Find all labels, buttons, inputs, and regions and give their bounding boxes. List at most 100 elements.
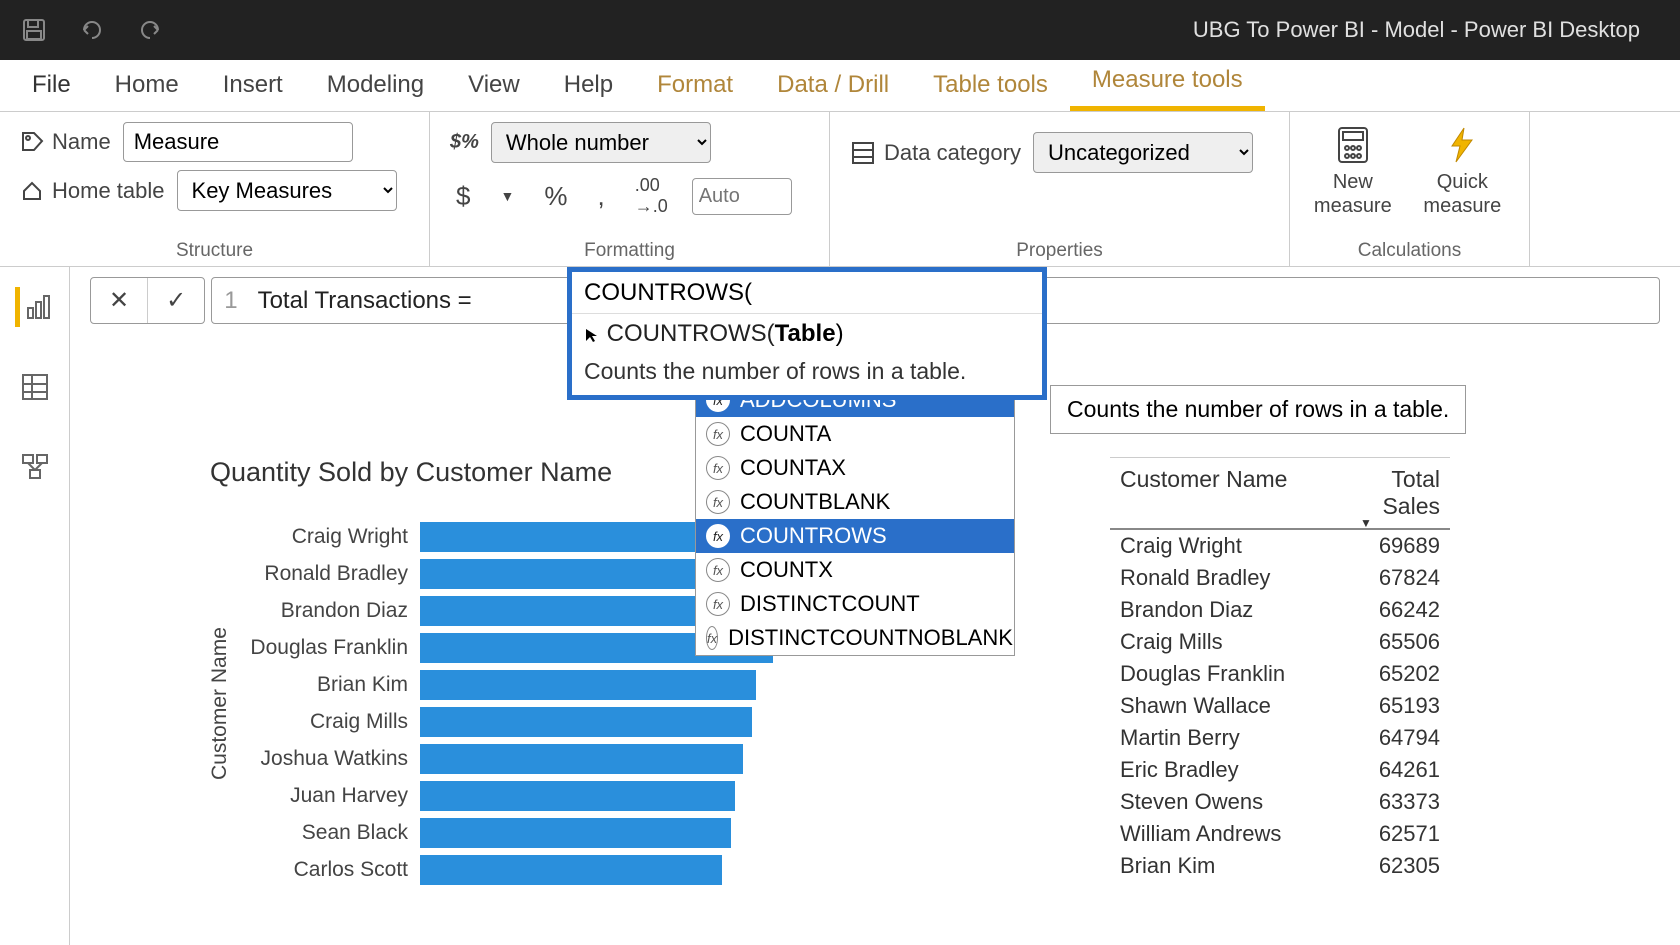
cursor-icon <box>584 327 600 343</box>
ribbon-tabs: File Home Insert Modeling View Help Form… <box>0 60 1680 112</box>
function-icon: fx <box>706 422 730 446</box>
currency-dropdown-icon[interactable]: ▼ <box>494 184 520 208</box>
group-calculations: New measure Quick measure Calculations <box>1290 112 1530 266</box>
function-icon: fx <box>706 592 730 616</box>
model-view-button[interactable] <box>15 447 55 487</box>
comma-button[interactable]: , <box>591 177 610 216</box>
function-signature: COUNTROWS(Table) <box>572 313 1042 354</box>
tab-data-drill[interactable]: Data / Drill <box>755 59 911 111</box>
currency-button[interactable]: $ <box>450 177 476 216</box>
cancel-formula-button[interactable]: ✕ <box>91 278 148 323</box>
percent-button[interactable]: % <box>538 177 573 216</box>
bar[interactable] <box>420 781 735 811</box>
y-axis-label: Customer Name <box>208 627 232 780</box>
bar-row: Carlos Scott <box>250 851 990 888</box>
tab-file[interactable]: File <box>10 59 93 111</box>
window-title: UBG To Power BI - Model - Power BI Deskt… <box>164 17 1660 43</box>
tab-insert[interactable]: Insert <box>201 59 305 111</box>
lightning-icon <box>1440 122 1484 166</box>
bar[interactable] <box>420 707 752 737</box>
format-type-select[interactable]: Whole number <box>491 122 711 163</box>
tab-help[interactable]: Help <box>542 59 635 111</box>
autocomplete-item[interactable]: fxCOUNTX <box>696 553 1014 587</box>
bar-label: Sean Black <box>250 821 420 845</box>
tab-home[interactable]: Home <box>93 59 201 111</box>
table-row[interactable]: Douglas Franklin65202 <box>1110 658 1450 690</box>
table-row[interactable]: William Andrews62571 <box>1110 818 1450 850</box>
table-row[interactable]: Ronald Bradley67824 <box>1110 562 1450 594</box>
tab-format[interactable]: Format <box>635 59 755 111</box>
bar[interactable] <box>420 744 743 774</box>
autocomplete-item[interactable]: fxDISTINCTCOUNT <box>696 587 1014 621</box>
table-row[interactable]: Brian Kim62305 <box>1110 850 1450 882</box>
autocomplete-side-help: Counts the number of rows in a table. <box>1050 385 1466 434</box>
function-icon: fx <box>706 558 730 582</box>
new-measure-button[interactable]: New measure <box>1310 122 1396 218</box>
table-row[interactable]: Shawn Wallace65193 <box>1110 690 1450 722</box>
decimal-places-input[interactable] <box>692 178 792 215</box>
tag-icon <box>20 130 44 154</box>
bar-label: Juan Harvey <box>250 784 420 808</box>
title-bar: UBG To Power BI - Model - Power BI Deskt… <box>0 0 1680 60</box>
tab-view[interactable]: View <box>446 59 542 111</box>
autocomplete-item[interactable]: fxCOUNTA <box>696 417 1014 451</box>
save-icon[interactable] <box>20 16 48 44</box>
tab-modeling[interactable]: Modeling <box>305 59 446 111</box>
bar[interactable] <box>420 670 756 700</box>
function-icon: fx <box>706 456 730 480</box>
function-icon: fx <box>706 490 730 514</box>
bar-row: Joshua Watkins <box>250 740 990 777</box>
bar-label: Joshua Watkins <box>250 747 420 771</box>
group-properties: Data category Uncategorized Properties <box>830 112 1290 266</box>
function-icon: fx <box>706 524 730 548</box>
format-type-icon: $% <box>450 131 479 154</box>
column-header-name[interactable]: Customer Name <box>1110 458 1320 528</box>
report-view-button[interactable] <box>15 287 55 327</box>
bar-row: Sean Black <box>250 814 990 851</box>
name-label: Name <box>20 129 111 155</box>
autocomplete-item[interactable]: fxDISTINCTCOUNTNOBLANK <box>696 621 1014 655</box>
group-formatting: $% Whole number $ ▼ % , .00→.0 Formattin… <box>430 112 830 266</box>
quick-measure-button[interactable]: Quick measure <box>1416 122 1509 218</box>
autocomplete-item[interactable]: fxCOUNTAX <box>696 451 1014 485</box>
bar-row: Juan Harvey <box>250 777 990 814</box>
decimal-button[interactable]: .00→.0 <box>629 171 674 221</box>
calculator-icon <box>1331 122 1375 166</box>
autocomplete-item[interactable]: fxCOUNTROWS <box>696 519 1014 553</box>
bar-label: Brian Kim <box>250 673 420 697</box>
data-category-label: Data category <box>850 140 1021 166</box>
tab-measure-tools[interactable]: Measure tools <box>1070 54 1265 111</box>
category-icon <box>850 140 876 166</box>
table-row[interactable]: Martin Berry64794 <box>1110 722 1450 754</box>
autocomplete-dropdown[interactable]: fxADDCOLUMNSfxCOUNTAfxCOUNTAXfxCOUNTBLAN… <box>695 382 1015 656</box>
redo-icon[interactable] <box>136 16 164 44</box>
table-row[interactable]: Craig Mills65506 <box>1110 626 1450 658</box>
commit-formula-button[interactable]: ✓ <box>148 278 204 323</box>
measure-name-input[interactable] <box>123 122 353 162</box>
bar-label: Craig Mills <box>250 710 420 734</box>
bar[interactable] <box>420 855 722 885</box>
table-visual[interactable]: Customer Name Total Sales Craig Wright69… <box>1110 457 1450 882</box>
tab-table-tools[interactable]: Table tools <box>911 59 1070 111</box>
view-switcher <box>0 267 70 945</box>
intellisense-tooltip: COUNTROWS( COUNTROWS(Table) Counts the n… <box>567 267 1047 400</box>
bar-row: Brian Kim <box>250 666 990 703</box>
bar-row: Craig Mills <box>250 703 990 740</box>
data-category-select[interactable]: Uncategorized <box>1033 132 1253 173</box>
home-icon <box>20 179 44 203</box>
data-view-button[interactable] <box>15 367 55 407</box>
undo-icon[interactable] <box>78 16 106 44</box>
table-row[interactable]: Brandon Diaz66242 <box>1110 594 1450 626</box>
home-table-label: Home table <box>20 178 165 204</box>
table-row[interactable]: Eric Bradley64261 <box>1110 754 1450 786</box>
autocomplete-item[interactable]: fxCOUNTBLANK <box>696 485 1014 519</box>
table-row[interactable]: Steven Owens63373 <box>1110 786 1450 818</box>
bar[interactable] <box>420 818 731 848</box>
bar-label: Carlos Scott <box>250 858 420 882</box>
main-area: ✕ ✓ 1 Total Transactions = COUNTROWS( CO… <box>0 267 1680 945</box>
column-header-sales[interactable]: Total Sales <box>1320 458 1450 528</box>
ribbon: Name Home table Key Measures Structure $… <box>0 112 1680 267</box>
home-table-select[interactable]: Key Measures <box>177 170 397 211</box>
table-row[interactable]: Craig Wright69689 <box>1110 530 1450 562</box>
bar-label: Brandon Diaz <box>250 599 420 623</box>
